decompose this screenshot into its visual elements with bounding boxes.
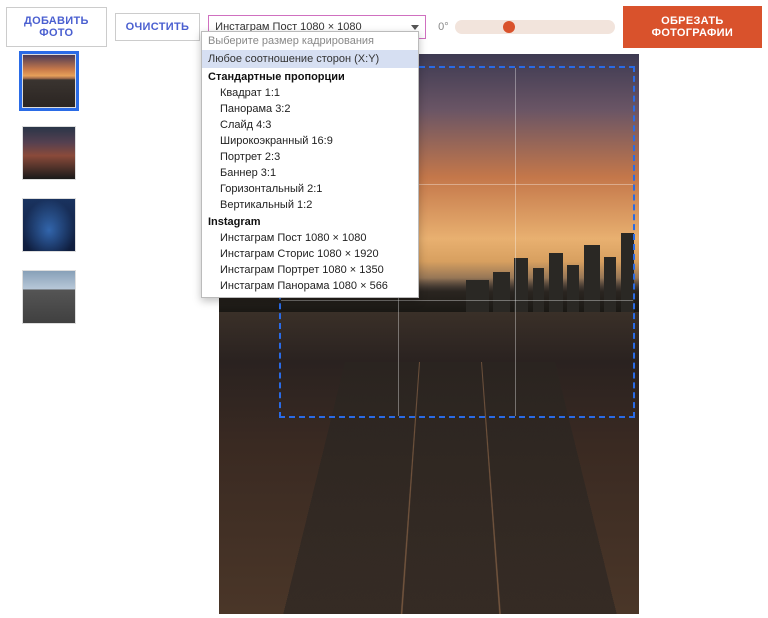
add-photo-button[interactable]: ДОБАВИТЬ ФОТО [6, 7, 107, 47]
rotation-slider[interactable] [455, 20, 615, 34]
dropdown-item-any-ratio[interactable]: Любое соотношение сторон (X:Y) [202, 50, 418, 68]
dropdown-item[interactable]: Баннер 3:1 [202, 165, 418, 181]
dropdown-group-label: Instagram [202, 213, 418, 230]
dropdown-item[interactable]: Инстаграм Панорама 1080 × 566 [202, 278, 418, 294]
thumbnail[interactable] [22, 54, 76, 108]
rotation-slider-handle[interactable] [503, 21, 515, 33]
rotation-control: 0° [438, 20, 615, 34]
thumbnail[interactable] [22, 198, 76, 252]
dropdown-item[interactable]: Слайд 4:3 [202, 117, 418, 133]
dropdown-item[interactable]: Широкоэкранный 16:9 [202, 133, 418, 149]
dropdown-group-label: Стандартные пропорции [202, 68, 418, 85]
crop-button[interactable]: ОБРЕЗАТЬ ФОТОГРАФИИ [623, 6, 762, 48]
thumbnail-strip [0, 54, 90, 618]
thumbnail[interactable] [22, 126, 76, 180]
canvas-wrap [90, 54, 768, 618]
dropdown-placeholder: Выберите размер кадрирования [202, 32, 418, 50]
dropdown-group-label: Facebook [202, 294, 418, 297]
grid-line [281, 300, 633, 301]
clear-button[interactable]: ОЧИСТИТЬ [115, 13, 201, 41]
dropdown-item[interactable]: Горизонтальный 2:1 [202, 181, 418, 197]
rotation-degree-label: 0° [438, 21, 449, 33]
preset-dropdown-scroll[interactable]: Выберите размер кадрирования Любое соотн… [202, 32, 418, 297]
dropdown-item[interactable]: Портрет 2:3 [202, 149, 418, 165]
dropdown-item[interactable]: Панорама 3:2 [202, 101, 418, 117]
dropdown-item[interactable]: Инстаграм Пост 1080 × 1080 [202, 230, 418, 246]
dropdown-item[interactable]: Квадрат 1:1 [202, 85, 418, 101]
preset-dropdown[interactable]: Выберите размер кадрирования Любое соотн… [201, 31, 419, 298]
grid-line [515, 68, 516, 416]
dropdown-item[interactable]: Инстаграм Сторис 1080 × 1920 [202, 246, 418, 262]
thumbnail[interactable] [22, 270, 76, 324]
dropdown-item[interactable]: Вертикальный 1:2 [202, 197, 418, 213]
dropdown-item[interactable]: Инстаграм Портрет 1080 × 1350 [202, 262, 418, 278]
